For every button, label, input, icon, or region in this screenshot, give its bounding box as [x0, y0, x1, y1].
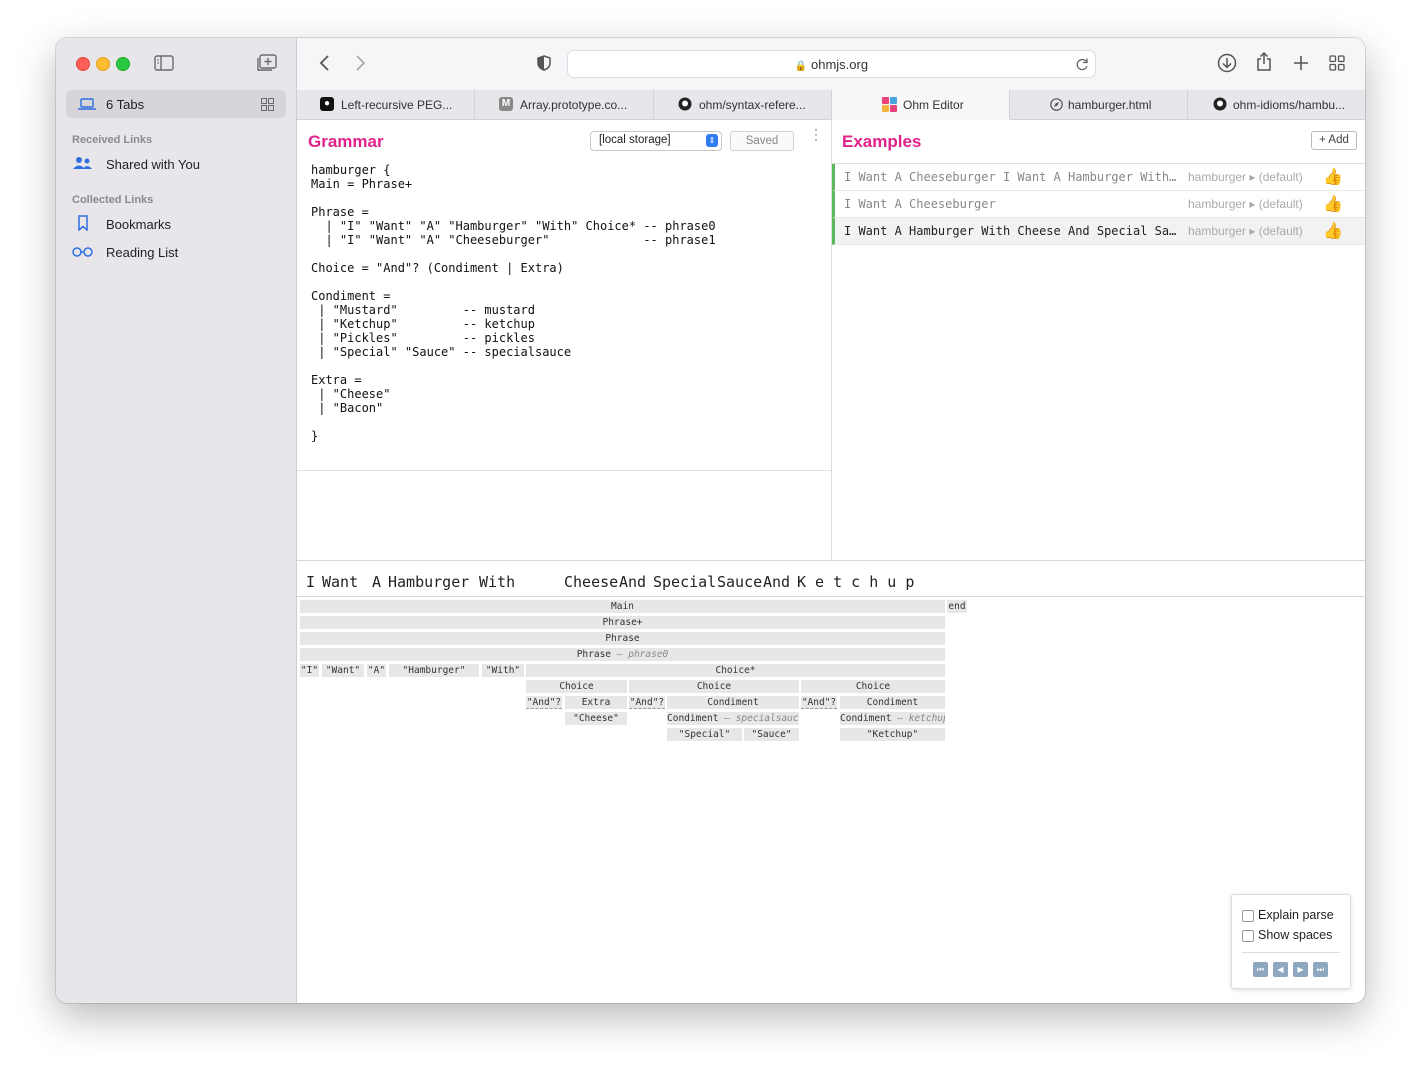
people-icon	[73, 157, 92, 169]
parse-input-line: I Want A Hamburger With Cheese And Speci…	[297, 561, 1365, 597]
sidebar-toggle-icon[interactable]	[154, 55, 174, 71]
parse-node-optional-and[interactable]: "And"?	[629, 696, 665, 709]
example-row[interactable]: I Want A Cheeseburger I Want A Hamburger…	[832, 164, 1365, 191]
step-forward-icon[interactable]: ▶	[1293, 962, 1308, 977]
main-content: 🔒 ohmjs.org ● Left-recursive PEG... M Ar…	[297, 38, 1365, 1003]
back-icon[interactable]	[319, 55, 331, 71]
tab-array-prototype[interactable]: M Array.prototype.co...	[475, 90, 654, 119]
ohm-logo-icon	[882, 97, 897, 112]
parse-node-condiment-case[interactable]: Condiment – specialsauce	[667, 712, 799, 725]
example-row[interactable]: I Want A Cheeseburger hamburger ▸ (defau…	[832, 191, 1365, 218]
forward-icon[interactable]	[354, 55, 366, 71]
tab-overview-icon[interactable]	[1329, 55, 1345, 71]
thumbs-up-icon[interactable]: 👍	[1323, 221, 1343, 241]
grammar-pane: Grammar [local storage] ⇕ Saved ⋮ hambur…	[297, 119, 832, 560]
step-first-icon[interactable]: ⏮	[1253, 962, 1268, 977]
parse-node-optional-and[interactable]: "And"?	[801, 696, 837, 709]
tab-hamburger-html[interactable]: hamburger.html	[1010, 90, 1188, 119]
parse-node-phrase-plus[interactable]: Phrase+	[300, 616, 945, 629]
checkbox-box[interactable]	[1242, 910, 1254, 922]
thumbs-up-icon[interactable]: 👍	[1323, 167, 1343, 187]
compass-icon	[1050, 98, 1063, 111]
parse-node-terminal[interactable]: "Want"	[322, 664, 364, 677]
tab-group-label: 6 Tabs	[106, 97, 145, 112]
parse-node-phrase[interactable]: Phrase	[300, 632, 945, 645]
parse-node-extra[interactable]: Extra	[565, 696, 627, 709]
received-links-header: Received Links	[72, 134, 153, 146]
parse-node-choice-star[interactable]: Choice*	[526, 664, 945, 677]
laptop-icon	[78, 98, 96, 110]
parse-node-end[interactable]: end	[947, 600, 967, 613]
parse-node-optional-and[interactable]: "And"?	[526, 696, 562, 709]
tab-left-recursive-peg[interactable]: ● Left-recursive PEG...	[297, 90, 475, 119]
add-example-button[interactable]: + Add	[1311, 131, 1357, 150]
parse-node-choice[interactable]: Choice	[526, 680, 627, 693]
sidebar-item-label: Bookmarks	[106, 217, 172, 232]
browser-window: 6 Tabs Received Links Shared with You Co…	[56, 38, 1365, 1003]
url-text: 🔒 ohmjs.org	[794, 57, 869, 72]
tab-ohm-idioms[interactable]: ohm-idioms/hambu...	[1188, 90, 1365, 119]
github-icon	[678, 97, 692, 111]
sidebar-item-label: Shared with You	[106, 157, 200, 172]
more-options-icon[interactable]: ⋮	[809, 127, 823, 141]
examples-title: Examples	[842, 132, 922, 151]
parse-node-terminal[interactable]: "Special"	[667, 728, 742, 741]
parse-node-terminal[interactable]: "A"	[367, 664, 386, 677]
examples-pane: Examples + Add I Want A Cheeseburger I W…	[832, 119, 1365, 560]
controls-divider	[1242, 952, 1340, 953]
show-spaces-checkbox[interactable]: Show spaces	[1242, 928, 1352, 944]
parse-node-condiment[interactable]: Condiment	[840, 696, 945, 709]
example-row[interactable]: I Want A Hamburger With Cheese And Speci…	[832, 218, 1365, 245]
parse-node-terminal[interactable]: "Ketchup"	[840, 728, 945, 741]
parse-node-terminal[interactable]: "With"	[482, 664, 524, 677]
parse-node-main[interactable]: Main	[300, 600, 945, 613]
share-icon[interactable]	[1256, 52, 1272, 72]
close-window-button[interactable]	[76, 57, 90, 71]
downloads-icon[interactable]	[1217, 53, 1237, 73]
lock-icon: 🔒	[794, 61, 808, 72]
tab-group-item[interactable]: 6 Tabs	[66, 90, 286, 118]
parse-node-terminal[interactable]: "Sauce"	[744, 728, 799, 741]
sidebar-item-label: Reading List	[106, 245, 179, 260]
github-icon	[1213, 97, 1227, 111]
tab-bar: ● Left-recursive PEG... M Array.prototyp…	[297, 90, 1365, 120]
storage-select[interactable]: [local storage] ⇕	[590, 131, 722, 151]
new-tab-icon[interactable]	[1293, 55, 1309, 71]
parse-node-phrase-case[interactable]: Phrase – phrase0	[300, 648, 945, 661]
checkbox-box[interactable]	[1242, 930, 1254, 942]
thumbs-up-icon[interactable]: 👍	[1323, 194, 1343, 214]
sidebar: 6 Tabs Received Links Shared with You Co…	[56, 38, 297, 1003]
tab-ohm-editor[interactable]: Ohm Editor	[832, 90, 1010, 120]
grammar-editor[interactable]: hamburger { Main = Phrase+ Phrase = | "I…	[311, 163, 716, 443]
parse-node-terminal[interactable]: "Cheese"	[565, 712, 627, 725]
bookmark-icon	[78, 215, 88, 231]
parse-node-terminal[interactable]: "Hamburger"	[389, 664, 479, 677]
address-bar[interactable]: 🔒 ohmjs.org	[567, 50, 1096, 78]
parse-node-condiment[interactable]: Condiment	[667, 696, 799, 709]
zoom-window-button[interactable]	[116, 57, 130, 71]
mdn-favicon-icon: M	[499, 97, 513, 111]
step-back-icon[interactable]: ◀	[1273, 962, 1288, 977]
parse-node-choice[interactable]: Choice	[629, 680, 799, 693]
privacy-shield-icon[interactable]	[537, 55, 551, 71]
reload-icon[interactable]	[1075, 57, 1089, 71]
step-last-icon[interactable]: ⏭	[1313, 962, 1328, 977]
medium-favicon-icon: ●	[320, 97, 334, 111]
reading-glasses-icon	[72, 247, 93, 257]
select-arrows-icon: ⇕	[706, 134, 718, 147]
parse-node-terminal[interactable]: "I"	[300, 664, 319, 677]
grid-icon[interactable]	[261, 98, 274, 111]
grammar-title: Grammar	[308, 132, 384, 151]
minimize-window-button[interactable]	[96, 57, 110, 71]
parse-node-choice[interactable]: Choice	[801, 680, 945, 693]
toolbar: 🔒 ohmjs.org	[297, 38, 1365, 90]
collected-links-header: Collected Links	[72, 194, 154, 206]
explain-parse-checkbox[interactable]: Explain parse	[1242, 908, 1352, 924]
parse-node-condiment-case[interactable]: Condiment – ketchup	[840, 712, 945, 725]
tab-ohm-syntax-reference[interactable]: ohm/syntax-refere...	[654, 90, 832, 119]
editor-divider	[297, 470, 831, 471]
parse-controls: Explain parse Show spaces ⏮ ◀ ▶ ⏭	[1231, 894, 1351, 989]
new-tab-group-icon[interactable]	[256, 54, 278, 72]
saved-button[interactable]: Saved	[730, 131, 794, 151]
